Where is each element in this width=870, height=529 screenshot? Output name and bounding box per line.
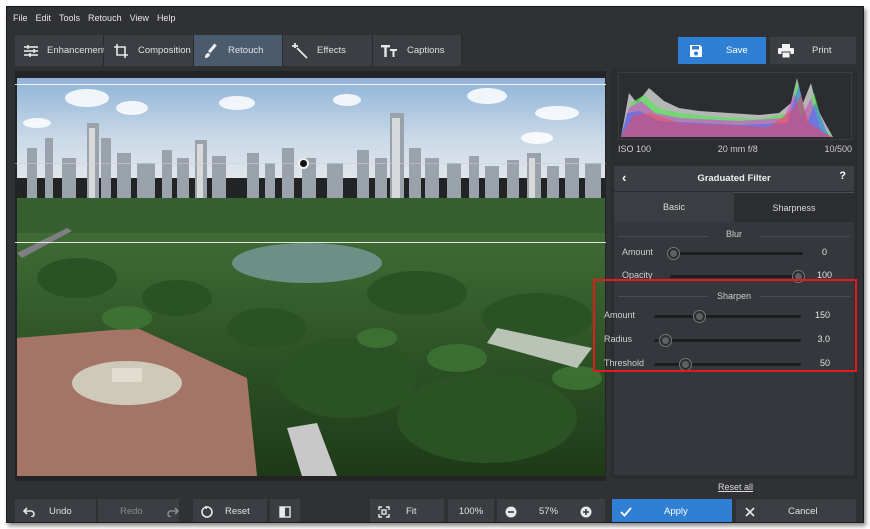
help-button[interactable]: ? [839, 170, 846, 182]
blur-amount-label: Amount [622, 247, 654, 257]
mode-tabs: Enhancement Composition Retouch Effects … [15, 35, 462, 66]
text-icon [381, 42, 399, 60]
floppy-icon [688, 43, 704, 59]
blur-amount-slider[interactable] [670, 252, 803, 255]
menu-retouch[interactable]: Retouch [88, 13, 122, 23]
reset-button[interactable]: Reset [193, 499, 267, 522]
undo-label: Undo [49, 506, 72, 517]
zoom-out-icon[interactable] [503, 504, 519, 520]
tab-enhancement-label: Enhancement [47, 45, 106, 56]
filter-guide-center[interactable] [15, 163, 606, 164]
menu-help[interactable]: Help [157, 13, 176, 23]
app-window: File Edit Tools Retouch View Help Enhanc… [6, 6, 864, 523]
iso-value: ISO 100 [618, 144, 652, 154]
menu-tools[interactable]: Tools [59, 13, 80, 23]
printer-icon [778, 43, 794, 59]
right-panel: ISO 100 20 mm f/8 10/500 ‹ Graduated Fil… [604, 69, 857, 479]
cancel-button[interactable]: Cancel [736, 499, 856, 522]
exif-info: ISO 100 20 mm f/8 10/500 [618, 144, 852, 154]
tab-effects[interactable]: Effects [283, 35, 373, 66]
redo-icon [167, 504, 179, 520]
apply-button[interactable]: Apply [612, 499, 732, 522]
tab-sharpness-label: Sharpness [772, 202, 816, 213]
close-icon [742, 504, 758, 520]
menu-file[interactable]: File [13, 13, 28, 23]
tab-retouch-label: Retouch [228, 45, 264, 56]
compare-icon [277, 504, 293, 520]
tab-composition[interactable]: Composition [104, 35, 194, 66]
zoom-control: 57% [497, 499, 605, 522]
filter-guide-bottom[interactable] [15, 242, 606, 243]
save-button[interactable]: Save [678, 37, 766, 64]
apply-label: Apply [664, 506, 688, 517]
compare-button[interactable] [270, 499, 300, 522]
menu-edit[interactable]: Edit [36, 13, 52, 23]
reset-icon [199, 504, 215, 520]
tab-enhancement[interactable]: Enhancement [15, 35, 106, 66]
image-canvas[interactable] [15, 71, 606, 481]
sliders-icon [23, 42, 39, 60]
tab-retouch[interactable]: Retouch [194, 35, 283, 66]
shutter-value: 10/500 [824, 144, 852, 154]
fit-button[interactable]: Fit [370, 499, 444, 522]
cancel-label: Cancel [788, 506, 818, 517]
undo-button[interactable]: Undo [15, 499, 96, 522]
back-chevron-icon[interactable]: ‹ [622, 170, 626, 185]
panel-title: Graduated Filter [697, 173, 771, 184]
redo-button[interactable]: Redo [98, 499, 179, 522]
graduated-filter-header: ‹ Graduated Filter ? [614, 166, 854, 191]
undo-icon [21, 504, 37, 520]
lens-value: 20 mm f/8 [717, 144, 758, 154]
zoom-100-label: 100% [458, 506, 484, 517]
tab-basic[interactable]: Basic [614, 192, 734, 222]
tab-sharpness[interactable]: Sharpness [734, 192, 854, 222]
zoom-100-button[interactable]: 100% [448, 499, 494, 522]
save-label: Save [726, 45, 748, 56]
photo [17, 78, 605, 476]
histogram [618, 72, 852, 140]
reset-label: Reset [225, 506, 250, 517]
tab-basic-label: Basic [662, 202, 685, 212]
blur-opacity-slider[interactable] [670, 275, 803, 278]
reset-all-link[interactable]: Reset all [718, 482, 753, 492]
redo-label: Redo [120, 506, 143, 517]
print-label: Print [812, 45, 832, 56]
tab-captions-label: Captions [407, 45, 445, 56]
tab-composition-label: Composition [138, 45, 191, 56]
histogram-graph [621, 78, 833, 137]
city-park-photo [17, 78, 605, 476]
tab-effects-label: Effects [317, 45, 346, 56]
tab-captions[interactable]: Captions [373, 35, 462, 66]
checkmark-icon [618, 504, 634, 520]
zoom-in-icon[interactable] [578, 504, 594, 520]
menu-view[interactable]: View [130, 13, 149, 23]
brush-icon [202, 42, 220, 60]
menu-bar: File Edit Tools Retouch View Help [7, 7, 863, 29]
fit-label: Fit [406, 506, 417, 517]
fit-icon [376, 504, 392, 520]
magic-wand-icon [291, 42, 309, 60]
crop-icon [112, 42, 130, 60]
zoom-level: 57% [539, 506, 559, 517]
print-button[interactable]: Print [770, 37, 856, 64]
bottom-bar: Undo Redo Reset Fit 100% 57% Apply Cance… [7, 494, 863, 522]
blur-section-title: Blur [725, 229, 742, 239]
blur-amount-value: 0 [821, 247, 827, 257]
filter-subtabs: Basic Sharpness [614, 192, 854, 222]
filter-center-handle[interactable] [298, 158, 309, 169]
sharpen-highlight-box [593, 279, 857, 372]
blur-amount-knob[interactable] [668, 248, 679, 259]
filter-guide-top[interactable] [15, 84, 606, 85]
